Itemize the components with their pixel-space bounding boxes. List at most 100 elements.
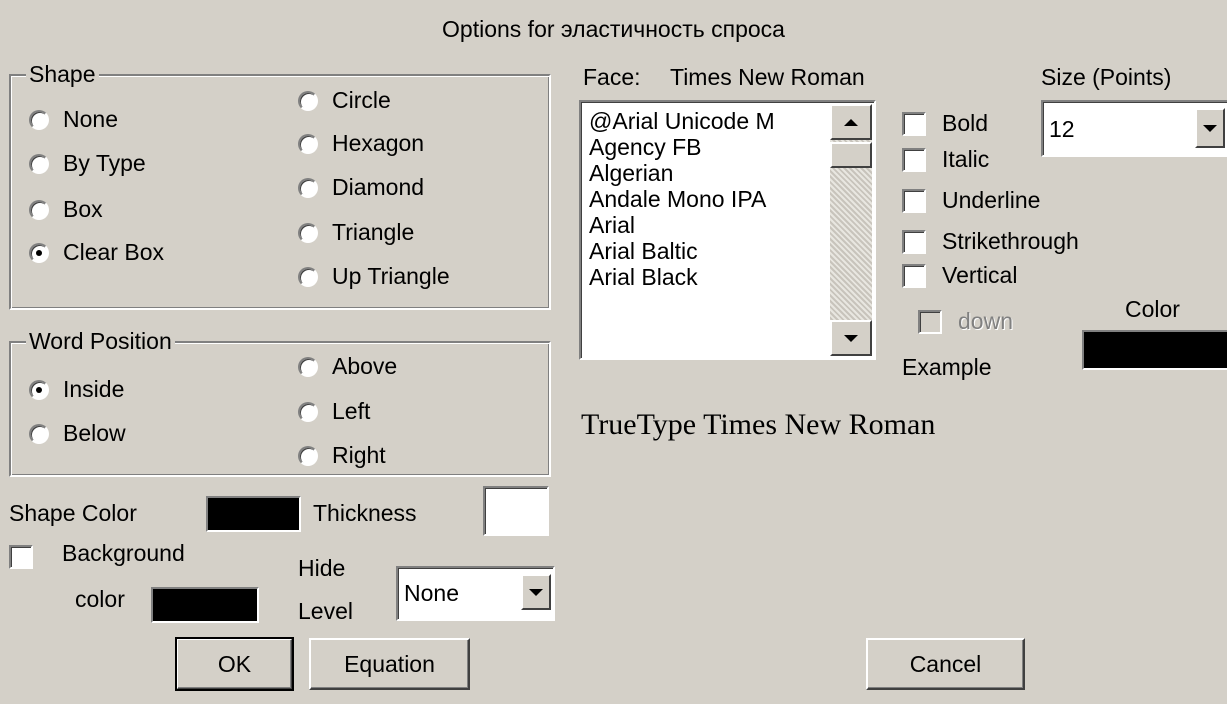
checkbox-label: Vertical	[942, 262, 1018, 288]
radio-indicator	[29, 153, 49, 174]
word-position-group	[9, 341, 551, 477]
chevron-down-icon	[529, 588, 543, 596]
face-label: Face:	[583, 64, 641, 90]
radio-indicator	[29, 423, 49, 444]
checkbox-box	[902, 147, 926, 172]
radio-indicator	[298, 266, 318, 287]
bold-checkbox[interactable]: Bold	[902, 110, 988, 137]
shape-color-label: Shape Color	[9, 500, 137, 526]
radio-indicator	[29, 199, 49, 220]
radio-label: Below	[63, 420, 126, 446]
size-label: Size (Points)	[1041, 64, 1172, 90]
vertical-checkbox[interactable]: Vertical	[902, 262, 1017, 289]
checkbox-label: Bold	[942, 110, 989, 136]
background-color-swatch[interactable]	[151, 587, 259, 623]
shape-radio-none[interactable]: None	[29, 106, 118, 133]
radio-indicator	[298, 401, 318, 422]
radio-label: Inside	[63, 376, 125, 402]
font-list-item[interactable]: Arial Black	[581, 264, 831, 290]
italic-checkbox[interactable]: Italic	[902, 146, 989, 173]
chevron-down-icon	[844, 334, 858, 342]
radio-indicator	[298, 133, 318, 154]
font-list-item[interactable]: Agency FB	[581, 134, 831, 160]
shape-radio-triangle[interactable]: Triangle	[298, 219, 414, 246]
shape-radio-by-type[interactable]: By Type	[29, 150, 146, 177]
radio-indicator	[298, 222, 318, 243]
scroll-thumb[interactable]	[830, 142, 872, 168]
face-value: Times New Roman	[670, 64, 865, 90]
radio-label: Left	[332, 398, 371, 424]
background-label-line2: color	[75, 586, 125, 612]
size-value: 12	[1049, 116, 1075, 142]
font-listbox[interactable]: @Arial Unicode M Agency FB Algerian Anda…	[579, 100, 876, 360]
dialog-title: Options for эластичность спроса	[442, 16, 785, 42]
hide-level-value: None	[404, 580, 459, 606]
radio-label: Circle	[332, 87, 391, 113]
checkbox-box	[902, 229, 926, 254]
scroll-down-button[interactable]	[830, 320, 872, 356]
font-list-item[interactable]: Arial	[581, 212, 831, 238]
shape-radio-diamond[interactable]: Diamond	[298, 174, 424, 201]
shape-color-swatch[interactable]	[206, 496, 301, 532]
scroll-up-button[interactable]	[830, 104, 872, 140]
radio-label: Diamond	[332, 174, 425, 200]
checkbox-box	[918, 309, 942, 334]
word-position-legend: Word Position	[26, 328, 175, 354]
radio-indicator	[298, 445, 318, 466]
radio-label: Hexagon	[332, 130, 425, 156]
checkbox-label: Underline	[942, 187, 1041, 213]
background-color-checkbox[interactable]	[9, 545, 49, 569]
equation-button[interactable]: Equation	[309, 638, 470, 690]
chevron-down-icon	[1203, 124, 1217, 132]
example-label: Example	[902, 354, 992, 380]
thickness-input[interactable]	[483, 486, 549, 536]
radio-label: Triangle	[332, 219, 415, 245]
checkbox-label: Strikethrough	[942, 228, 1079, 254]
font-list-item[interactable]: Algerian	[581, 160, 831, 186]
radio-label: Box	[63, 196, 103, 222]
underline-checkbox[interactable]: Underline	[902, 187, 1040, 214]
shape-radio-up-triangle[interactable]: Up Triangle	[298, 263, 450, 290]
shape-radio-hexagon[interactable]: Hexagon	[298, 130, 424, 157]
shape-radio-box[interactable]: Box	[29, 196, 103, 223]
font-list-item[interactable]: Andale Mono IPA	[581, 186, 831, 212]
background-label-line1: Background	[62, 540, 185, 566]
radio-label: Clear Box	[63, 239, 164, 265]
radio-indicator	[298, 177, 318, 198]
ok-button[interactable]: OK	[175, 637, 294, 691]
font-color-swatch[interactable]	[1082, 330, 1227, 370]
hide-level-dropdown-button[interactable]	[521, 574, 551, 610]
cancel-button[interactable]: Cancel	[866, 638, 1025, 690]
word-position-radio-above[interactable]: Above	[298, 353, 397, 380]
size-dropdown-button[interactable]	[1195, 108, 1225, 148]
checkbox-label: Italic	[942, 146, 990, 172]
word-position-radio-below[interactable]: Below	[29, 420, 126, 447]
hide-level-select[interactable]: None	[396, 566, 555, 621]
radio-indicator	[298, 356, 318, 377]
radio-label: By Type	[63, 150, 146, 176]
radio-label: None	[63, 106, 118, 132]
radio-label: Up Triangle	[332, 263, 450, 289]
shape-radio-clear-box[interactable]: Clear Box	[29, 239, 164, 266]
radio-indicator-selected	[29, 379, 49, 400]
color-label: Color	[1125, 296, 1180, 322]
radio-indicator-selected	[29, 242, 49, 263]
radio-label: Above	[332, 353, 398, 379]
word-position-radio-left[interactable]: Left	[298, 398, 370, 425]
chevron-up-icon	[844, 118, 858, 126]
thickness-label: Thickness	[313, 500, 417, 526]
checkbox-box	[9, 545, 33, 569]
size-select[interactable]: 12	[1041, 100, 1227, 157]
radio-indicator	[298, 90, 318, 111]
checkbox-box	[902, 263, 926, 288]
word-position-radio-inside[interactable]: Inside	[29, 376, 124, 403]
radio-indicator	[29, 109, 49, 130]
checkbox-box	[902, 111, 926, 136]
checkbox-label: down	[958, 308, 1013, 334]
strikethrough-checkbox[interactable]: Strikethrough	[902, 228, 1079, 255]
shape-radio-circle[interactable]: Circle	[298, 87, 391, 114]
hide-level-label-line2: Level	[298, 598, 353, 624]
font-list-item[interactable]: Arial Baltic	[581, 238, 831, 264]
word-position-radio-right[interactable]: Right	[298, 442, 386, 469]
font-list-item[interactable]: @Arial Unicode M	[581, 108, 831, 134]
